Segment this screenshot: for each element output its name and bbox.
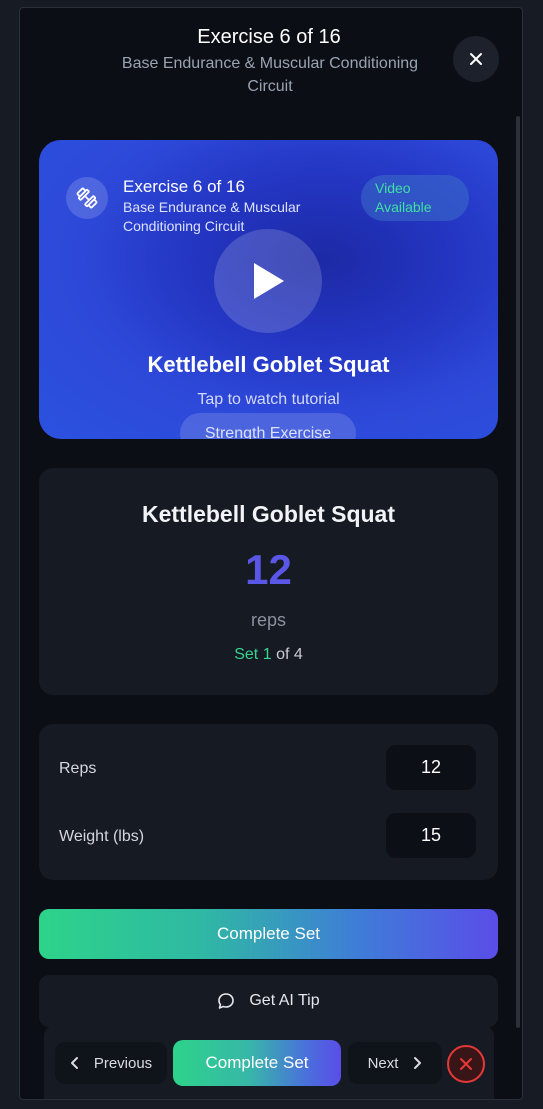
next-button[interactable]: Next bbox=[348, 1042, 442, 1084]
video-available-badge: Video Available bbox=[361, 175, 469, 221]
current-set: 1 bbox=[262, 646, 272, 663]
bottom-complete-set-button[interactable]: Complete Set bbox=[173, 1040, 341, 1086]
reps-input[interactable]: 12 bbox=[386, 745, 476, 790]
video-exercise-name: Kettlebell Goblet Squat bbox=[147, 352, 390, 377]
workout-modal: Exercise 6 of 16 Base Endurance & Muscul… bbox=[19, 7, 523, 1100]
previous-button[interactable]: Previous bbox=[55, 1042, 167, 1084]
set-progress: Set 1 of 4 bbox=[39, 646, 498, 664]
bottom-nav-bar: Previous Complete Set Next bbox=[44, 1026, 494, 1099]
scrollbar[interactable] bbox=[516, 116, 520, 1028]
video-card-title: Exercise 6 of 16 bbox=[123, 177, 245, 196]
exercise-info-card: Kettlebell Goblet Squat 12 reps Set 1 of… bbox=[39, 468, 498, 695]
reps-unit: reps bbox=[250, 610, 286, 630]
close-icon bbox=[470, 53, 482, 65]
weight-label: Weight (lbs) bbox=[59, 828, 145, 845]
tap-to-watch-hint: Tap to watch tutorial bbox=[197, 391, 340, 408]
ai-tip-label: Get AI Tip bbox=[249, 992, 320, 1009]
ai-tip-button[interactable]: Get AI Tip bbox=[39, 975, 498, 1027]
page-title: Exercise 6 of 16 bbox=[197, 26, 341, 48]
reps-label: Reps bbox=[59, 760, 97, 777]
dumbbell-icon bbox=[66, 177, 108, 219]
next-label: Next bbox=[367, 1054, 399, 1072]
close-button[interactable] bbox=[453, 36, 499, 82]
chat-bubble-icon bbox=[218, 993, 235, 1009]
category-badge: Strength Exercise bbox=[180, 413, 356, 439]
complete-set-button[interactable]: Complete Set bbox=[39, 909, 498, 959]
weight-input[interactable]: 15 bbox=[386, 813, 476, 858]
exercise-name: Kettlebell Goblet Squat bbox=[141, 501, 396, 527]
set-prefix: Set bbox=[234, 646, 259, 663]
set-input-card: Reps 12 Weight (lbs) 15 bbox=[39, 724, 498, 880]
set-total: of 4 bbox=[276, 646, 303, 663]
chevron-left-icon bbox=[70, 1057, 78, 1069]
end-workout-button[interactable] bbox=[447, 1045, 485, 1083]
play-icon bbox=[254, 263, 284, 299]
page-subtitle: Base Endurance & Muscular Conditioning C… bbox=[121, 55, 419, 95]
play-button[interactable] bbox=[214, 229, 322, 333]
chevron-right-icon bbox=[414, 1057, 422, 1069]
video-card-subtitle: Base Endurance & Muscular Conditioning C… bbox=[123, 199, 301, 234]
previous-label: Previous bbox=[93, 1054, 153, 1072]
video-tutorial-card[interactable]: Exercise 6 of 16 Base Endurance & Muscul… bbox=[39, 140, 498, 439]
close-icon bbox=[460, 1058, 472, 1070]
target-reps: 12 bbox=[245, 546, 292, 593]
